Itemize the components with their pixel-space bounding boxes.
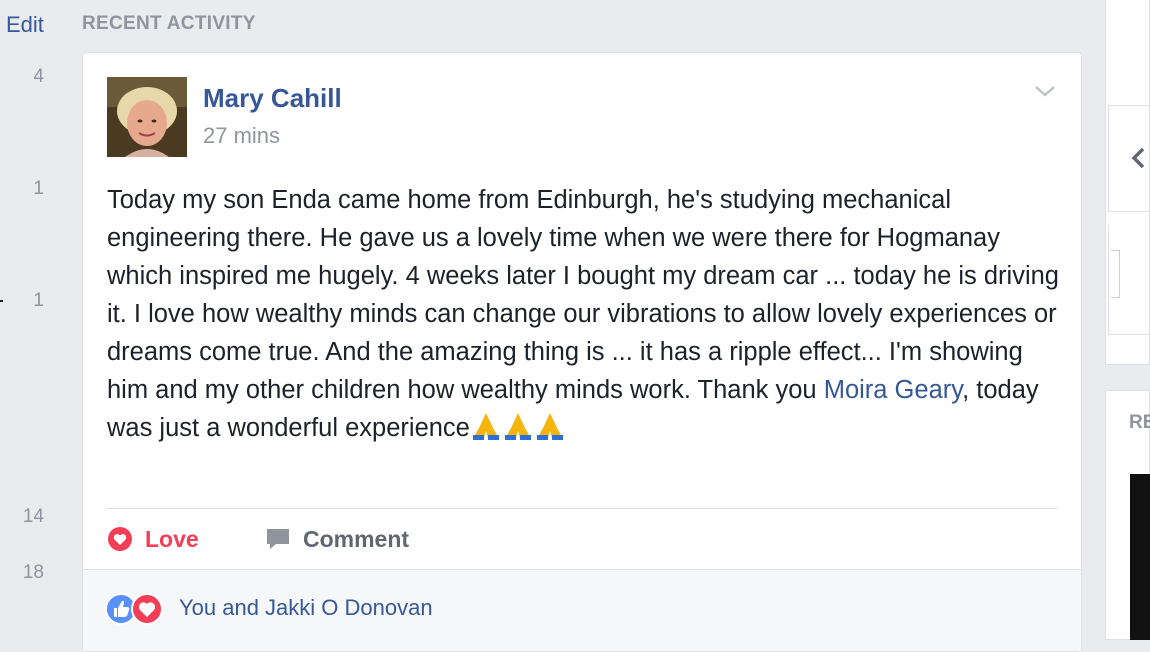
folded-hands-icon — [534, 411, 566, 441]
love-button[interactable]: Love — [107, 521, 199, 557]
post-text: Today my son Enda came home from Edinbur… — [107, 181, 1065, 447]
comment-icon — [267, 529, 289, 549]
count-label: 1 — [33, 178, 44, 199]
love-label: Love — [145, 525, 199, 552]
count-label: 4 — [33, 66, 44, 87]
reaction-icons[interactable] — [105, 592, 169, 626]
left-column: Edit 4 1 1 14 18 — [0, 0, 70, 640]
avatar[interactable] — [107, 77, 187, 157]
mention-link[interactable]: Moira Geary — [824, 376, 962, 404]
section-title: RECENT ACTIVITY — [82, 13, 256, 34]
rail-input[interactable] — [1111, 250, 1120, 298]
folded-hands-icon — [502, 411, 534, 441]
count-label: 14 — [22, 506, 44, 527]
author-name[interactable]: Mary Cahill — [203, 83, 342, 114]
love-icon — [108, 527, 132, 551]
love-icon — [131, 593, 163, 625]
count-label: 18 — [22, 562, 44, 583]
folded-hands-icon — [470, 411, 502, 441]
post-card: Mary Cahill 27 mins Today my son Enda ca… — [82, 52, 1082, 652]
rail-section-label: RE — [1129, 412, 1150, 433]
comment-label: Comment — [303, 525, 410, 552]
chevron-left-icon[interactable] — [1127, 143, 1149, 173]
divider — [107, 508, 1057, 509]
comment-button[interactable]: Comment — [265, 521, 409, 557]
chevron-down-icon[interactable] — [1031, 77, 1059, 105]
count-label: 1 — [33, 290, 44, 311]
profile-photo — [107, 77, 187, 157]
right-rail: RE — [1105, 0, 1150, 640]
post-text-part: Today my son Enda came home from Edinbur… — [107, 186, 1059, 404]
rail-thumbnail[interactable] — [1130, 474, 1150, 640]
edit-link[interactable]: Edit — [6, 12, 44, 38]
reactions-summary[interactable]: You and Jakki O Donovan — [179, 595, 433, 621]
reactions-bar: You and Jakki O Donovan — [83, 569, 1081, 651]
post-timestamp[interactable]: 27 mins — [203, 123, 280, 149]
